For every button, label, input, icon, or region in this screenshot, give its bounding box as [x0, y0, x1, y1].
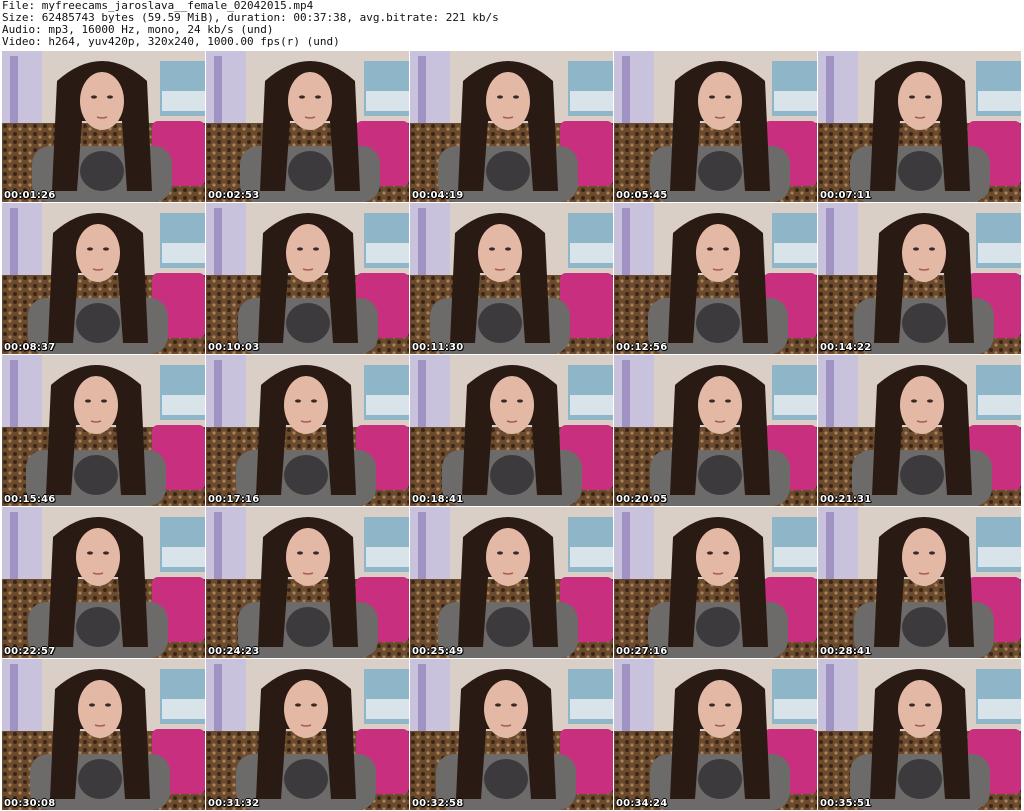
thumbnail-timestamp: 00:24:23: [208, 646, 260, 657]
video-thumbnail: 00:30:08: [2, 659, 205, 810]
thumbnail-timestamp: 00:20:05: [616, 494, 668, 505]
thumbnail-timestamp: 00:32:58: [412, 798, 464, 809]
thumbnail-timestamp: 00:11:30: [412, 342, 464, 353]
thumbnail-image: [2, 51, 205, 202]
thumbnail-image: [410, 355, 613, 506]
video-thumbnail: 00:11:30: [410, 203, 613, 354]
video-thumbnail: 00:18:41: [410, 355, 613, 506]
thumbnail-timestamp: 00:05:45: [616, 190, 668, 201]
thumbnail-timestamp: 00:04:19: [412, 190, 464, 201]
thumbnail-image: [818, 51, 1021, 202]
thumbnail-timestamp: 00:15:46: [4, 494, 56, 505]
video-thumbnail: 00:31:32: [206, 659, 409, 810]
thumbnail-image: [410, 51, 613, 202]
video-thumbnail: 00:21:31: [818, 355, 1021, 506]
video-thumbnail: 00:17:16: [206, 355, 409, 506]
thumbnail-image: [614, 659, 817, 810]
video-thumbnail: 00:08:37: [2, 203, 205, 354]
thumbnail-timestamp: 00:07:11: [820, 190, 872, 201]
video-thumbnail: 00:10:03: [206, 203, 409, 354]
video-thumbnail: 00:27:16: [614, 507, 817, 658]
thumbnail-timestamp: 00:08:37: [4, 342, 56, 353]
thumbnail-timestamp: 00:31:32: [208, 798, 260, 809]
thumbnail-image: [410, 203, 613, 354]
thumbnail-timestamp: 00:01:26: [4, 190, 56, 201]
thumbnail-image: [2, 507, 205, 658]
thumbnail-image: [818, 355, 1021, 506]
thumbnail-image: [614, 507, 817, 658]
thumbnail-timestamp: 00:12:56: [616, 342, 668, 353]
video-thumbnail: 00:05:45: [614, 51, 817, 202]
thumbnail-image: [206, 203, 409, 354]
video-thumbnail: 00:34:24: [614, 659, 817, 810]
video-thumbnail: 00:14:22: [818, 203, 1021, 354]
thumbnail-image: [206, 355, 409, 506]
thumbnail-timestamp: 00:10:03: [208, 342, 260, 353]
thumbnail-timestamp: 00:02:53: [208, 190, 260, 201]
video-thumbnail: 00:04:19: [410, 51, 613, 202]
thumbnail-timestamp: 00:21:31: [820, 494, 872, 505]
video-thumbnail: 00:35:51: [818, 659, 1021, 810]
video-thumbnail: 00:32:58: [410, 659, 613, 810]
thumbnail-image: [2, 659, 205, 810]
thumbnail-timestamp: 00:27:16: [616, 646, 668, 657]
thumbnail-image: [2, 203, 205, 354]
video-thumbnail: 00:15:46: [2, 355, 205, 506]
thumbnail-timestamp: 00:34:24: [616, 798, 668, 809]
thumbnail-timestamp: 00:18:41: [412, 494, 464, 505]
thumbnail-image: [818, 203, 1021, 354]
video-thumbnail: 00:01:26: [2, 51, 205, 202]
thumbnail-timestamp: 00:28:41: [820, 646, 872, 657]
thumbnail-image: [410, 659, 613, 810]
thumbnail-image: [2, 355, 205, 506]
thumbnail-timestamp: 00:22:57: [4, 646, 56, 657]
thumbnail-image: [614, 51, 817, 202]
video-thumbnail: 00:12:56: [614, 203, 817, 354]
thumbnail-image: [818, 659, 1021, 810]
thumbnail-image: [206, 659, 409, 810]
video-thumbnail: 00:25:49: [410, 507, 613, 658]
thumbnail-timestamp: 00:14:22: [820, 342, 872, 353]
thumbnail-image: [206, 507, 409, 658]
thumbnail-image: [410, 507, 613, 658]
video-info-line: Video: h264, yuv420p, 320x240, 1000.00 f…: [2, 35, 340, 48]
video-thumbnail: 00:28:41: [818, 507, 1021, 658]
thumbnail-timestamp: 00:25:49: [412, 646, 464, 657]
video-thumbnail: 00:07:11: [818, 51, 1021, 202]
thumbnail-timestamp: 00:17:16: [208, 494, 260, 505]
thumbnail-image: [818, 507, 1021, 658]
video-thumbnail: 00:20:05: [614, 355, 817, 506]
video-thumbnail: 00:24:23: [206, 507, 409, 658]
file-info-header: File: myfreecams_jaroslava__female_02042…: [2, 0, 1022, 50]
thumbnail-grid: 00:01:26 00:02:53 00:04:19 00:05:45 00:07:11…: [2, 51, 1022, 810]
thumbnail-image: [206, 51, 409, 202]
thumbnail-timestamp: 00:35:51: [820, 798, 872, 809]
thumbnail-timestamp: 00:30:08: [4, 798, 56, 809]
thumbnail-image: [614, 355, 817, 506]
video-thumbnail: 00:02:53: [206, 51, 409, 202]
thumbnail-image: [614, 203, 817, 354]
video-thumbnail: 00:22:57: [2, 507, 205, 658]
